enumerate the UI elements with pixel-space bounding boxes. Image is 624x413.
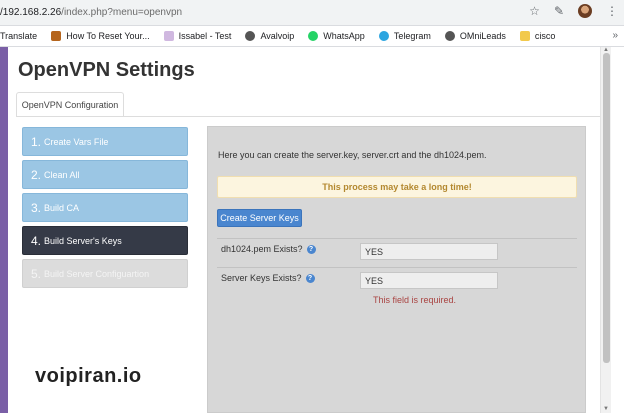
dh1024-exists-label: dh1024.pem Exists? ? [221, 244, 316, 254]
bookmark-label: WhatsApp [323, 31, 365, 41]
step-build-ca[interactable]: 3. Build CA [22, 193, 188, 222]
url-field[interactable]: /192.168.2.26/index.php?menu=openvpn [0, 7, 182, 18]
tab-divider [16, 116, 600, 117]
wizard-steps: 1. Create Vars File 2. Clean All 3. Buil… [22, 127, 188, 292]
sidebar-strip [0, 47, 8, 413]
bookmark-cisco[interactable]: cisco [519, 31, 556, 41]
intro-text: Here you can create the server.key, serv… [218, 150, 487, 160]
globe-icon [245, 31, 256, 41]
step-number: 3. [31, 200, 42, 215]
bookmark-label: Avalvoip [260, 31, 295, 41]
step-label: Clean All [44, 169, 80, 180]
page-scrollbar[interactable]: ▲ ▼ [600, 47, 611, 413]
warning-alert: This process may take a long time! [217, 176, 577, 198]
help-icon[interactable]: ? [306, 244, 316, 254]
server-keys-exists-label: Server Keys Exists? ? [221, 273, 315, 283]
menu-icon[interactable]: ⋮ [606, 4, 618, 18]
globe-icon [444, 31, 455, 41]
page-title: OpenVPN Settings [18, 59, 195, 81]
step-number: 2. [31, 167, 42, 182]
whatsapp-icon [308, 31, 319, 41]
row-divider [217, 238, 577, 239]
bookmark-label: cisco [534, 31, 556, 41]
tab-openvpn-configuration[interactable]: OpenVPN Configuration [16, 92, 124, 116]
bookmark-reset[interactable]: How To Reset Your... [51, 31, 150, 41]
telegram-icon [378, 31, 389, 41]
star-icon[interactable]: ☆ [529, 4, 540, 18]
bookmark-label: Telegram [393, 31, 431, 41]
step-label: Create Vars File [44, 136, 109, 147]
bookmarks-bar: Translate How To Reset Your... Issabel -… [0, 26, 624, 47]
field-label: dh1024.pem Exists? [221, 244, 303, 254]
bookmark-issabel[interactable]: Issabel - Test [163, 31, 232, 41]
step-label: Build Server Configuartion [44, 268, 150, 279]
step-number: 4. [31, 233, 42, 248]
issabel-icon [163, 31, 174, 41]
avatar[interactable] [578, 4, 592, 18]
bookmark-omnileads[interactable]: OMniLeads [444, 31, 506, 41]
extension-icon[interactable]: ✎ [554, 4, 564, 18]
step-number: 1. [31, 134, 42, 149]
step-create-vars-file[interactable]: 1. Create Vars File [22, 127, 188, 156]
field-label: Server Keys Exists? [221, 273, 302, 283]
bookmark-avalvoip[interactable]: Avalvoip [245, 31, 294, 41]
bookmark-label: How To Reset Your... [66, 31, 150, 41]
dh1024-exists-value: YES [360, 243, 498, 260]
browser-address-bar: /192.168.2.26/index.php?menu=openvpn ☆ ✎… [0, 0, 624, 26]
server-keys-panel: Here you can create the server.key, serv… [207, 126, 586, 413]
server-keys-exists-value: YES [360, 272, 498, 289]
window-edge [611, 47, 624, 413]
step-number: 5. [31, 266, 42, 281]
folder-icon [519, 31, 530, 41]
bookmark-whatsapp[interactable]: WhatsApp [308, 31, 365, 41]
watermark-text: voipiran.io [35, 365, 142, 387]
help-icon[interactable]: ? [305, 273, 315, 283]
page-viewport: OpenVPN Settings OpenVPN Configuration 1… [0, 47, 600, 413]
browser-toolbar-icons: ☆ ✎ ⋮ [529, 4, 618, 18]
bookmark-label: Translate [0, 31, 38, 41]
bookmark-telegram[interactable]: Telegram [378, 31, 431, 41]
step-label: Build Server's Keys [44, 235, 122, 246]
bookmark-icon [51, 31, 62, 41]
step-label: Build CA [44, 202, 80, 213]
step-build-server-configuration: 5. Build Server Configuartion [22, 259, 188, 288]
bookmarks-more-icon[interactable]: » [612, 30, 618, 41]
step-clean-all[interactable]: 2. Clean All [22, 160, 188, 189]
bookmark-label: OMniLeads [459, 31, 506, 41]
scroll-down-icon[interactable]: ▼ [603, 406, 609, 412]
bookmark-label: Issabel - Test [178, 31, 232, 41]
scrollbar-thumb[interactable] [603, 53, 610, 363]
row-divider [217, 267, 577, 268]
step-build-server-keys[interactable]: 4. Build Server's Keys [22, 226, 188, 255]
create-server-keys-button[interactable]: Create Server Keys [217, 209, 302, 227]
bookmark-translate[interactable]: Translate [0, 31, 37, 41]
field-error-message: This field is required. [373, 295, 457, 305]
